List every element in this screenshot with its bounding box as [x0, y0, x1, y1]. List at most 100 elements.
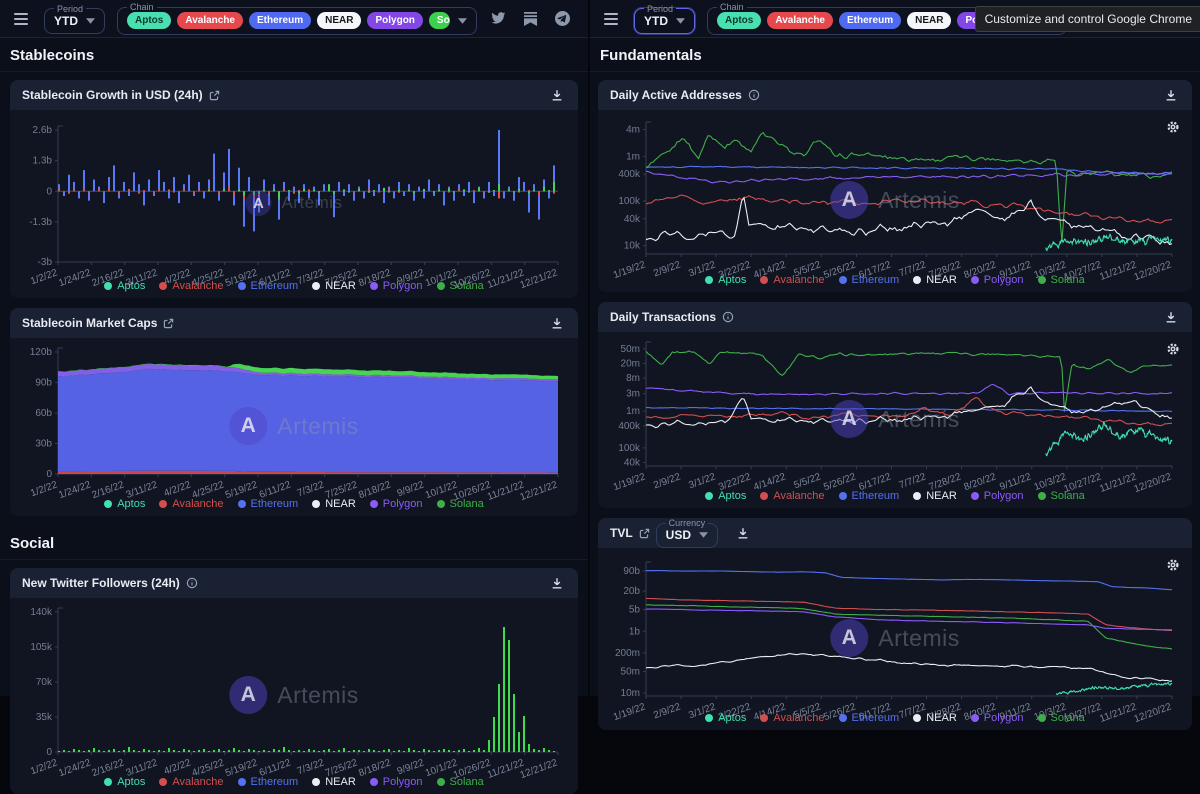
info-icon[interactable] — [748, 89, 760, 101]
info-icon[interactable] — [722, 311, 734, 323]
legend-item-aptos[interactable]: Aptos — [705, 712, 746, 724]
tvl-chart[interactable]: 90b20b5b1b200m50m10m1/19/222/9/223/1/223… — [604, 550, 1186, 726]
legend-item-avalanche[interactable]: Avalanche — [760, 490, 824, 502]
chevron-down-icon — [676, 18, 685, 24]
svg-text:1m: 1m — [626, 151, 640, 162]
legend-item-ethereum[interactable]: Ethereum — [238, 776, 299, 788]
svg-text:3m: 3m — [626, 389, 640, 400]
download-icon[interactable] — [734, 524, 752, 542]
external-link-icon[interactable] — [639, 528, 650, 539]
stablecoin-market-caps-chart[interactable]: 120b90b60b30b01/2/221/24/222/16/223/11/2… — [16, 340, 572, 512]
legend-item-near[interactable]: NEAR — [312, 776, 356, 788]
legend-item-ethereum[interactable]: Ethereum — [839, 490, 900, 502]
legend-label: Avalanche — [172, 280, 223, 292]
legend-item-aptos[interactable]: Aptos — [104, 776, 145, 788]
chain-select[interactable]: Chain AptosAvalancheEthereumNEARPolygonS… — [117, 2, 477, 35]
currency-select[interactable]: Currency USD — [656, 518, 719, 548]
legend-item-avalanche[interactable]: Avalanche — [760, 712, 824, 724]
legend-item-aptos[interactable]: Aptos — [705, 274, 746, 286]
legend-item-ethereum[interactable]: Ethereum — [238, 498, 299, 510]
hamburger-menu-icon[interactable] — [10, 9, 32, 29]
legend-label: Solana — [450, 776, 484, 788]
legend-item-solana[interactable]: Solana — [1038, 490, 1085, 502]
hamburger-menu-icon[interactable] — [600, 9, 622, 29]
chart-title: TVL — [610, 526, 633, 540]
chain-chip-solana[interactable]: Solana — [429, 12, 450, 29]
legend-item-solana[interactable]: Solana — [437, 776, 484, 788]
legend-item-avalanche[interactable]: Avalanche — [159, 280, 223, 292]
chain-chip-aptos[interactable]: Aptos — [717, 12, 761, 29]
legend-item-ethereum[interactable]: Ethereum — [839, 274, 900, 286]
legend-item-solana[interactable]: Solana — [437, 280, 484, 292]
legend-item-ethereum[interactable]: Ethereum — [839, 712, 900, 724]
legend-label: Solana — [1051, 490, 1085, 502]
download-icon[interactable] — [548, 314, 566, 332]
chain-chip-near[interactable]: NEAR — [907, 12, 951, 29]
period-select[interactable]: Period YTD — [44, 4, 105, 34]
chain-chip-ethereum[interactable]: Ethereum — [839, 12, 901, 29]
external-link-icon[interactable] — [163, 318, 174, 329]
legend-item-polygon[interactable]: Polygon — [370, 498, 423, 510]
svg-text:30b: 30b — [35, 439, 52, 450]
download-icon[interactable] — [1162, 86, 1180, 104]
legend-item-near[interactable]: NEAR — [913, 490, 957, 502]
substack-icon[interactable] — [522, 10, 539, 28]
download-icon[interactable] — [548, 574, 566, 592]
legend-item-polygon[interactable]: Polygon — [971, 712, 1024, 724]
legend-dot — [839, 714, 847, 722]
svg-text:4/2/22: 4/2/22 — [162, 757, 192, 777]
legend-item-avalanche[interactable]: Avalanche — [159, 776, 223, 788]
legend-dot — [913, 714, 921, 722]
gear-icon[interactable] — [1164, 340, 1182, 358]
daily-transactions-chart[interactable]: 50m20m8m3m1m400k100k40k1/19/222/9/223/1/… — [604, 334, 1186, 504]
info-icon[interactable] — [186, 577, 198, 589]
daily-active-addresses-chart[interactable]: 4m1m400k100k40k10k1/19/222/9/223/1/223/2… — [604, 112, 1186, 288]
stablecoin-growth-chart[interactable]: 2.6b1.3b0-1.3b-3b1/2/221/24/222/16/223/1… — [16, 112, 572, 294]
legend-item-polygon[interactable]: Polygon — [971, 274, 1024, 286]
legend-item-polygon[interactable]: Polygon — [971, 490, 1024, 502]
chain-chip-near[interactable]: NEAR — [317, 12, 361, 29]
legend-item-avalanche[interactable]: Avalanche — [159, 498, 223, 510]
chain-chip-avalanche[interactable]: Avalanche — [177, 12, 243, 29]
legend-item-aptos[interactable]: Aptos — [705, 490, 746, 502]
legend-item-near[interactable]: NEAR — [312, 498, 356, 510]
legend-item-near[interactable]: NEAR — [913, 712, 957, 724]
legend-item-ethereum[interactable]: Ethereum — [238, 280, 299, 292]
legend-item-solana[interactable]: Solana — [1038, 274, 1085, 286]
legend-item-polygon[interactable]: Polygon — [370, 280, 423, 292]
gear-icon[interactable] — [1164, 556, 1182, 574]
legend-dot — [971, 714, 979, 722]
svg-text:100k: 100k — [618, 443, 641, 454]
gear-icon[interactable] — [1164, 118, 1182, 136]
svg-text:2.6b: 2.6b — [33, 125, 53, 136]
new-twitter-followers-chart[interactable]: 140k105k70k35k01/2/221/24/222/16/223/11/… — [16, 600, 572, 790]
external-link-icon[interactable] — [209, 90, 220, 101]
svg-text:105k: 105k — [30, 642, 53, 653]
legend-dot — [437, 282, 445, 290]
legend-label: Solana — [450, 280, 484, 292]
chain-chip-ethereum[interactable]: Ethereum — [249, 12, 311, 29]
legend-dot — [705, 276, 713, 284]
legend-item-solana[interactable]: Solana — [437, 498, 484, 510]
legend-item-near[interactable]: NEAR — [913, 274, 957, 286]
chain-chip-avalanche[interactable]: Avalanche — [767, 12, 833, 29]
chain-chip-aptos[interactable]: Aptos — [127, 12, 171, 29]
period-select[interactable]: Period YTD — [634, 4, 695, 34]
legend-label: Aptos — [718, 490, 746, 502]
twitter-icon[interactable] — [489, 10, 508, 27]
download-icon[interactable] — [1162, 308, 1180, 326]
legend-item-avalanche[interactable]: Avalanche — [760, 274, 824, 286]
chevron-down-icon[interactable] — [458, 18, 467, 24]
legend-item-solana[interactable]: Solana — [1038, 712, 1085, 724]
section-title-social: Social — [0, 526, 588, 560]
legend-item-near[interactable]: NEAR — [312, 280, 356, 292]
legend-item-aptos[interactable]: Aptos — [104, 498, 145, 510]
telegram-icon[interactable] — [553, 9, 572, 28]
svg-text:7/3/22: 7/3/22 — [296, 757, 326, 777]
legend-item-aptos[interactable]: Aptos — [104, 280, 145, 292]
legend-dot — [159, 282, 167, 290]
chain-chip-polygon[interactable]: Polygon — [367, 12, 422, 29]
svg-text:4m: 4m — [626, 125, 640, 136]
legend-item-polygon[interactable]: Polygon — [370, 776, 423, 788]
download-icon[interactable] — [548, 86, 566, 104]
